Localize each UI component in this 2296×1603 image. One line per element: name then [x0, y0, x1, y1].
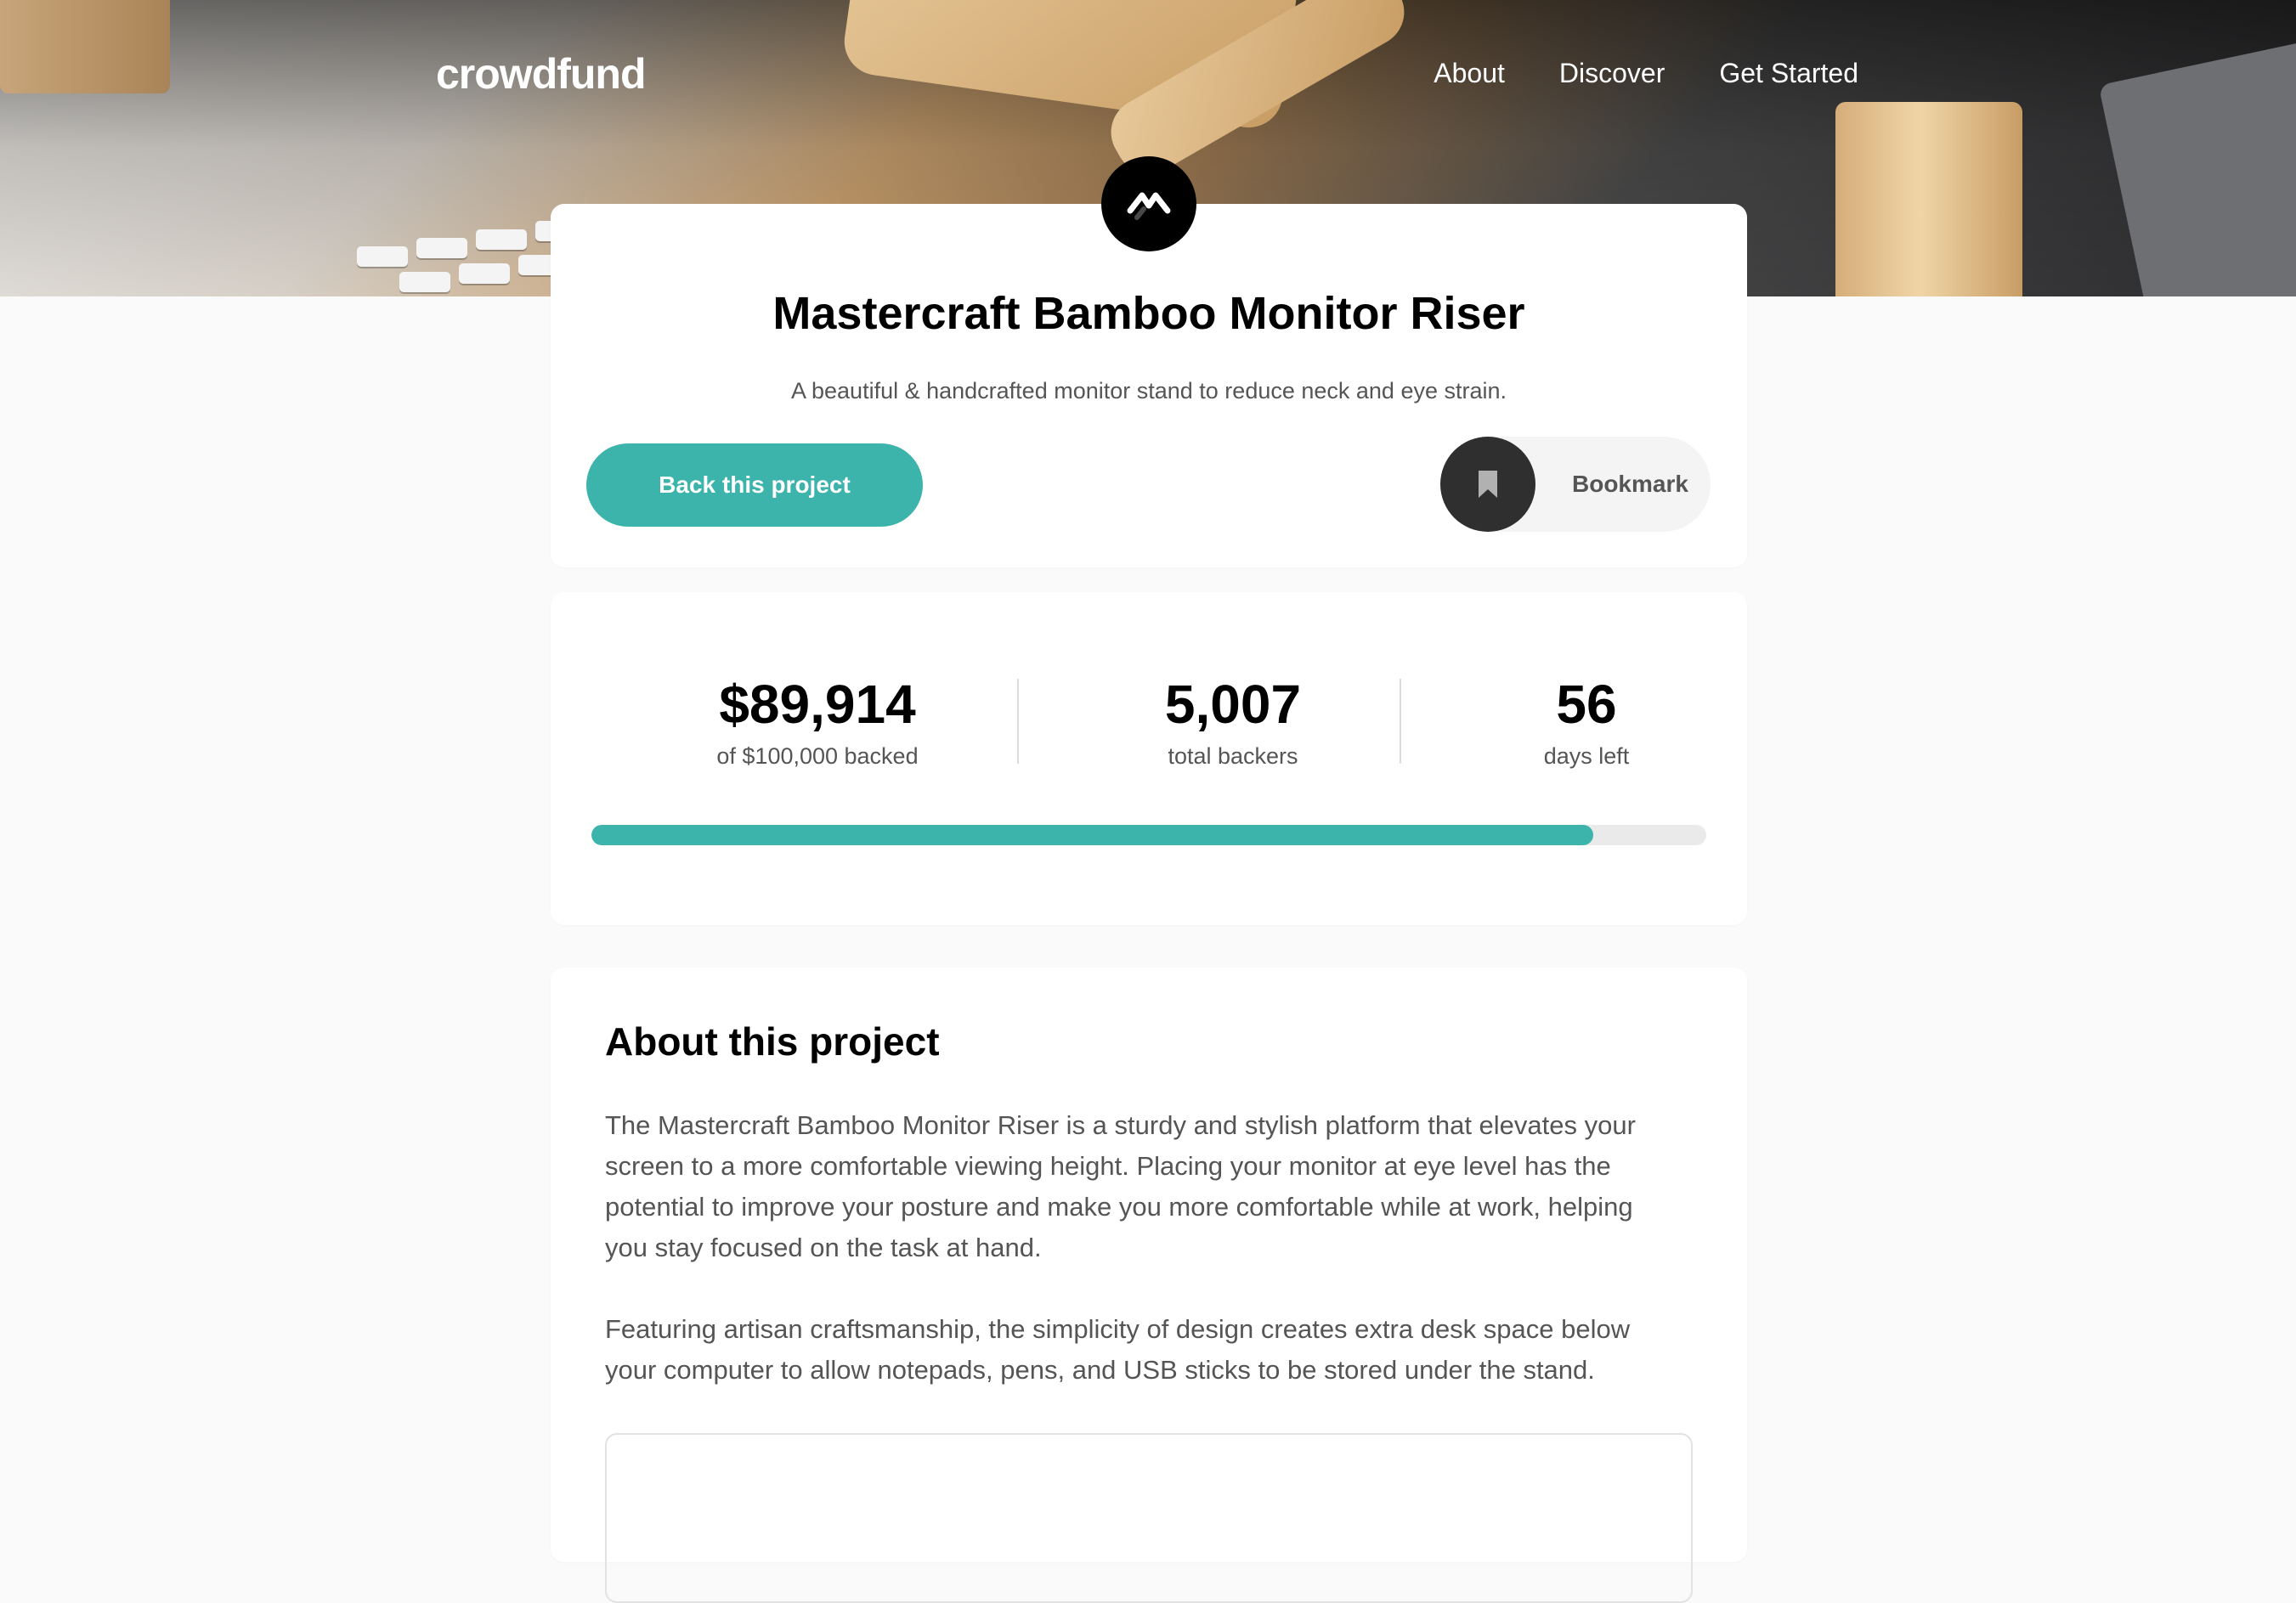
about-paragraph: Featuring artisan craftsmanship, the sim… — [605, 1314, 1631, 1385]
nav-links: About Discover Get Started — [1434, 58, 1858, 89]
nav-link-get-started[interactable]: Get Started — [1719, 58, 1858, 89]
top-navigation: crowdfund About Discover Get Started — [0, 0, 2296, 151]
about-paragraph: The Mastercraft Bamboo Monitor Riser is … — [605, 1110, 1636, 1262]
about-heading: About this project — [605, 1019, 940, 1064]
bookmark-button[interactable]: Bookmark — [1440, 437, 1711, 532]
keyboard-key — [399, 272, 450, 292]
days-label: days left — [1543, 743, 1630, 769]
funding-progress-bar — [591, 825, 1706, 845]
stat-backers: 5,007 total backers — [1072, 670, 1394, 770]
project-header-card: Mastercraft Bamboo Monitor Riser A beaut… — [551, 204, 1747, 567]
stat-backed: $89,914 of $100,000 backed — [656, 670, 979, 770]
backed-label: of $100,000 backed — [716, 743, 919, 769]
bookmark-icon — [1440, 437, 1535, 532]
stats-card: $89,914 of $100,000 backed 5,007 total b… — [551, 592, 1747, 925]
site-logo[interactable]: crowdfund — [436, 49, 647, 99]
mastercraft-logo-icon — [1101, 156, 1196, 251]
days-left: 56 — [1556, 674, 1617, 735]
stat-days: 56 days left — [1425, 670, 1748, 770]
about-card: About this project The Mastercraft Bambo… — [551, 968, 1747, 1603]
keyboard-key — [357, 246, 408, 267]
stat-divider — [1400, 679, 1401, 764]
keyboard-key — [476, 229, 527, 250]
keyboard-key — [416, 238, 467, 258]
back-project-button[interactable]: Back this project — [586, 443, 923, 527]
backed-amount: $89,914 — [719, 674, 916, 735]
backers-count: 5,007 — [1164, 674, 1302, 735]
reward-card — [605, 1433, 1693, 1603]
project-description: A beautiful & handcrafted monitor stand … — [790, 378, 1507, 404]
nav-link-about[interactable]: About — [1434, 58, 1505, 89]
funding-progress-fill — [591, 825, 1594, 845]
backers-label: total backers — [1168, 743, 1298, 769]
project-title: Mastercraft Bamboo Monitor Riser — [772, 288, 1525, 339]
nav-link-discover[interactable]: Discover — [1559, 58, 1665, 89]
stat-divider — [1017, 679, 1019, 764]
bookmark-label: Bookmark — [1572, 471, 1688, 497]
keyboard-key — [459, 263, 510, 284]
